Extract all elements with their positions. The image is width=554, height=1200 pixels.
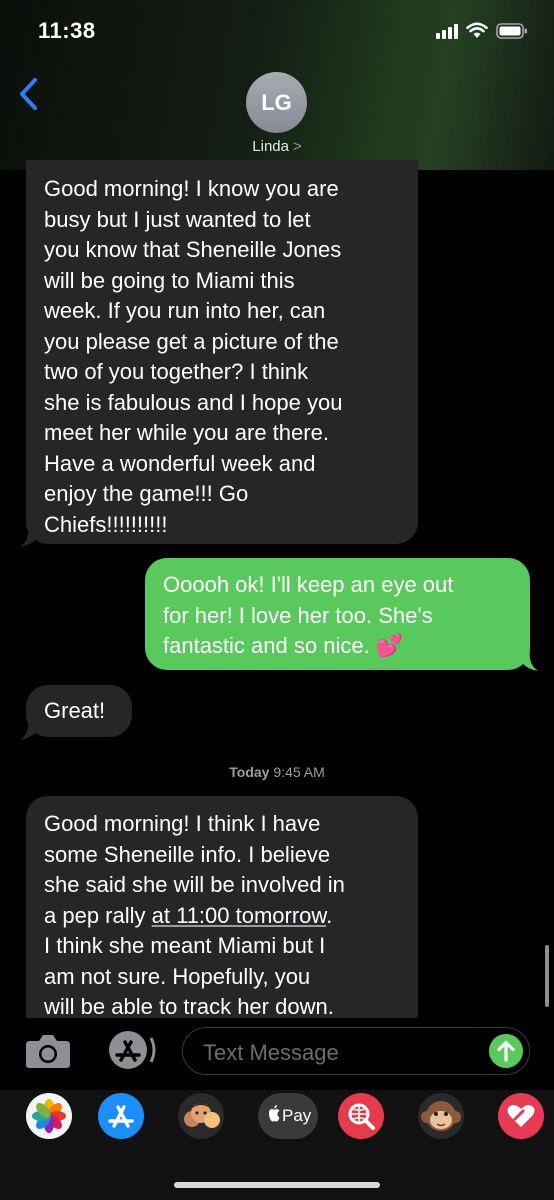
message-line: meet her while you are there. bbox=[44, 420, 329, 445]
bubble-tail bbox=[20, 526, 40, 547]
message-line: Great! bbox=[44, 698, 106, 723]
app-store-apps-icon[interactable] bbox=[104, 1030, 156, 1070]
message-input-field[interactable] bbox=[182, 1027, 530, 1075]
contact-name: Linda bbox=[252, 138, 289, 155]
web-search-images-icon[interactable] bbox=[338, 1093, 384, 1139]
home-indicator[interactable] bbox=[174, 1182, 380, 1188]
cellular-signal-icon bbox=[436, 23, 458, 39]
message-line: for her! I love her too. She's bbox=[163, 602, 433, 628]
message-line: enjoy the game!!! Go bbox=[44, 481, 249, 506]
send-arrow-icon[interactable] bbox=[489, 1034, 523, 1068]
message-line: a pep rally at 11:00 tomorrow. bbox=[44, 901, 400, 932]
heart-app-icon[interactable] bbox=[498, 1093, 544, 1139]
date-time-link[interactable]: at 11:00 tomorrow bbox=[152, 903, 326, 928]
message-line: Chiefs!!!!!!!!!! bbox=[44, 511, 168, 537]
avatar-initials: LG bbox=[261, 89, 292, 115]
message-text: a pep rally bbox=[44, 902, 152, 928]
contact-name-button[interactable]: Linda > bbox=[0, 138, 554, 155]
message-line: two of you together? I think bbox=[44, 359, 309, 384]
timestamp-day: Today bbox=[229, 764, 270, 780]
message-input[interactable] bbox=[201, 1038, 475, 1068]
incoming-message-bubble[interactable]: Good morning! I think I have some Shenei… bbox=[26, 796, 418, 1036]
memoji-stickers-icon[interactable] bbox=[178, 1093, 224, 1139]
message-line: she said she will be involved in bbox=[44, 872, 345, 897]
message-line: you know that Sheneille Jones bbox=[44, 237, 342, 262]
message-line: Good morning! I know you are bbox=[44, 176, 339, 201]
message-line: Have a wonderful week and bbox=[44, 450, 316, 476]
status-time: 11:38 bbox=[38, 18, 96, 43]
animoji-monkey-icon[interactable] bbox=[418, 1093, 464, 1139]
message-line: she is fabulous and I hope you bbox=[44, 389, 343, 415]
timestamp-time: 9:45 AM bbox=[273, 764, 325, 780]
message-line: some Sheneille info. I believe bbox=[44, 841, 331, 867]
message-line: you please get a picture of the bbox=[44, 328, 339, 354]
timestamp: Today 9:45 AM bbox=[0, 764, 554, 780]
message-line: am not sure. Hopefully, you bbox=[44, 963, 311, 989]
message-line: will be going to Miami this bbox=[44, 267, 295, 293]
message-line: Good morning! I think I have bbox=[44, 811, 321, 836]
message-line: I think she meant Miami but I bbox=[44, 933, 326, 958]
battery-icon bbox=[496, 22, 527, 39]
back-chevron-icon[interactable] bbox=[16, 74, 46, 114]
wifi-icon bbox=[466, 22, 488, 38]
camera-icon[interactable] bbox=[24, 1030, 72, 1070]
bubble-tail bbox=[20, 719, 40, 740]
apple-pay-label: Pay bbox=[282, 1106, 312, 1125]
app-store-icon[interactable] bbox=[98, 1093, 144, 1139]
scroll-indicator[interactable] bbox=[545, 945, 549, 1007]
message-line: fantastic and so nice. 💕 bbox=[163, 633, 404, 658]
status-icons bbox=[436, 22, 528, 39]
contact-avatar[interactable]: LG bbox=[246, 72, 307, 133]
message-text: . bbox=[326, 902, 333, 928]
photos-app-icon[interactable] bbox=[26, 1093, 72, 1139]
incoming-message-bubble[interactable]: Good morning! I know you are busy but I … bbox=[26, 160, 418, 544]
bubble-tail bbox=[518, 650, 538, 671]
outgoing-message-bubble[interactable]: Ooooh ok! I'll keep an eye out for her! … bbox=[145, 558, 530, 670]
message-line: week. If you run into her, can bbox=[44, 298, 326, 323]
message-line: busy but I just wanted to let bbox=[44, 206, 311, 232]
chevron-right-icon: > bbox=[292, 138, 302, 155]
apple-pay-button[interactable]: Pay bbox=[258, 1093, 318, 1139]
message-line: Ooooh ok! I'll keep an eye out bbox=[163, 572, 454, 597]
